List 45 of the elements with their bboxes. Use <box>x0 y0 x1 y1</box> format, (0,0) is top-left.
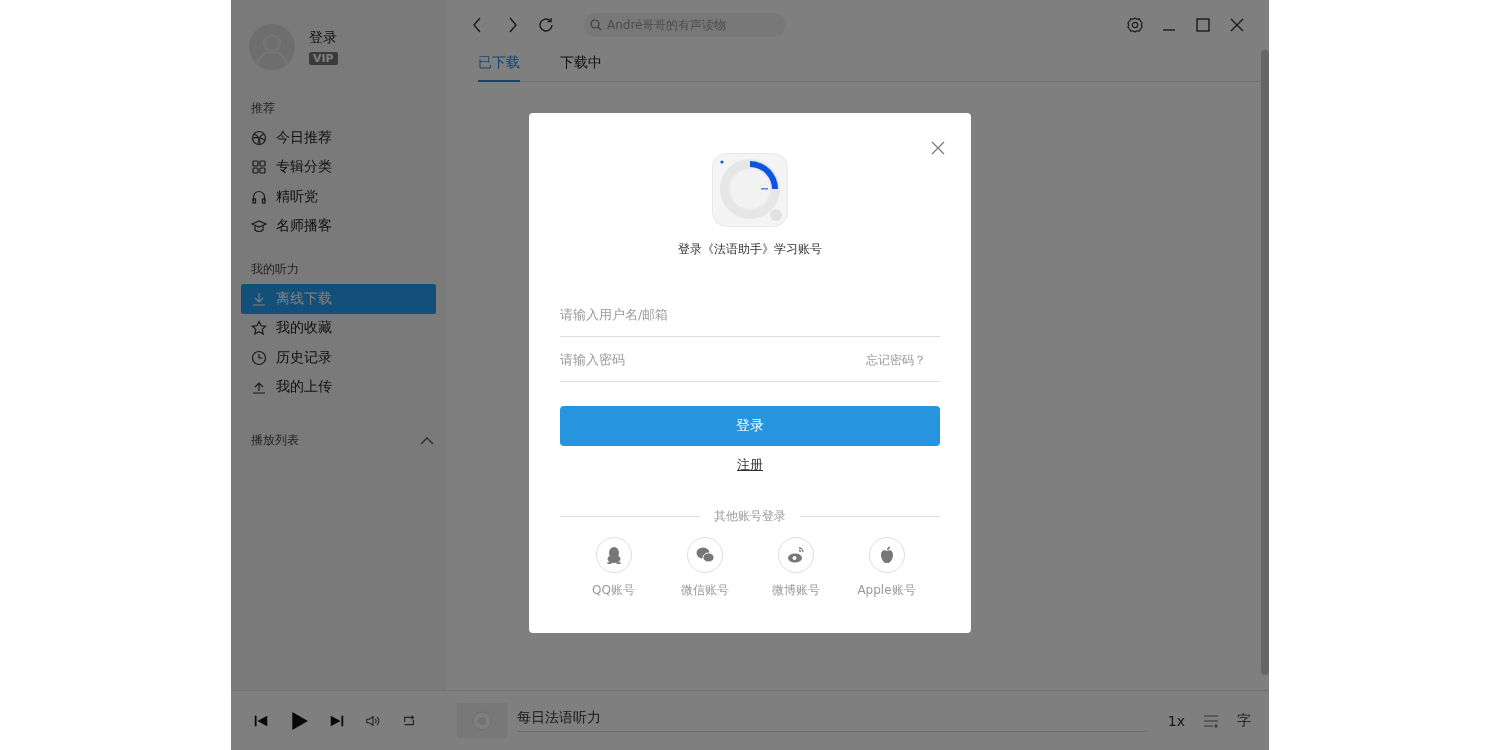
divider-label: 其他账号登录 <box>714 508 786 525</box>
close-icon[interactable] <box>931 141 945 155</box>
provider-label[interactable]: 微信账号 <box>680 582 729 599</box>
sidebar-item[interactable]: 名师播客 <box>241 211 436 241</box>
graduation-cap-icon <box>251 218 267 235</box>
forgot-password-link[interactable]: 忘记密码？ <box>866 351 926 369</box>
lyrics-button[interactable]: 字 <box>1237 711 1251 730</box>
search-icon <box>590 19 602 31</box>
login-button[interactable]: 登录 <box>560 406 940 446</box>
section-heading: 播放列表 <box>251 432 299 449</box>
grid-icon <box>251 159 267 176</box>
star-icon <box>251 320 267 337</box>
sidebar-item[interactable]: 离线下载 <box>241 284 436 314</box>
section-heading: 推荐 <box>250 100 276 117</box>
collapse-icon[interactable] <box>420 435 434 446</box>
provider-label[interactable]: QQ账号 <box>592 582 635 599</box>
register-link[interactable]: 注册 <box>737 456 763 474</box>
play-icon[interactable] <box>289 710 309 731</box>
password-field[interactable]: 请输入密码 忘记密码？ <box>560 339 940 382</box>
sidebar-item[interactable]: 历史记录 <box>241 343 436 373</box>
tab[interactable]: 下载中 <box>560 50 602 81</box>
tab[interactable]: 已下载 <box>478 50 520 82</box>
sidebar-item[interactable]: 今日推荐 <box>241 123 436 153</box>
vip-badge: VIP <box>309 51 338 65</box>
clock-icon <box>251 349 267 366</box>
refresh-icon[interactable] <box>536 15 556 35</box>
username-field[interactable]: 请输入用户名/邮箱 <box>560 294 940 337</box>
settings-icon[interactable] <box>1125 15 1145 35</box>
download-icon <box>251 290 267 307</box>
provider-label[interactable]: Apple账号 <box>857 582 916 599</box>
track-title: 每日法语听力 <box>517 709 1146 732</box>
sidebar-item[interactable]: 专辑分类 <box>241 152 436 182</box>
speed-button[interactable]: 1x <box>1167 712 1185 729</box>
login-link[interactable]: 登录 <box>309 28 338 47</box>
dialog-subtitle: 登录《法语助手》学习账号 <box>678 241 822 258</box>
provider-label[interactable]: 微博账号 <box>771 582 820 599</box>
ball-icon <box>251 129 267 146</box>
headphones-icon <box>251 188 267 205</box>
section-heading: 我的听力 <box>250 261 300 278</box>
sidebar-item[interactable]: 精听党 <box>241 182 436 212</box>
maximize-icon[interactable] <box>1193 15 1213 35</box>
sidebar-item[interactable]: 我的收藏 <box>241 313 436 343</box>
volume-icon[interactable] <box>365 712 381 729</box>
sidebar-item[interactable]: 我的上传 <box>241 372 436 402</box>
scrollbar[interactable] <box>1261 50 1269 675</box>
